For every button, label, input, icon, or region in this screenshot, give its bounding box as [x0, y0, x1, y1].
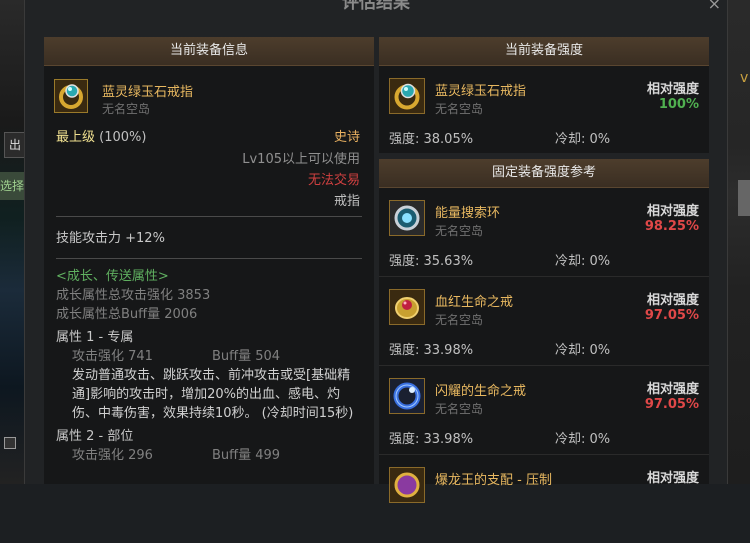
reference-item-card[interactable]: 爆龙王的支配 - 压制 相对强度	[379, 455, 709, 543]
growth-title: <成长、传送属性>	[56, 269, 169, 284]
shining-life-ring-icon	[389, 378, 425, 414]
reference-item-card[interactable]: 能量搜索环 无名空岛 相对强度 98.25% 强度: 35.63% 冷却: 0%	[379, 188, 709, 277]
attr1-buff: Buff量 504	[212, 349, 281, 364]
relative-strength-label: 相对强度	[646, 293, 699, 308]
current-item-card[interactable]: 蓝灵绿玉石戒指 无名空岛 相对强度 100% 强度: 38.05% 冷却: 0%	[379, 66, 709, 154]
jade-ring-icon	[54, 79, 88, 113]
panel-header-reference: 固定装备强度参考	[379, 159, 709, 188]
strength-value: 强度: 38.05%	[389, 132, 474, 147]
relative-strength-value: 100%	[658, 97, 699, 112]
relative-strength-value: 97.05%	[644, 397, 699, 412]
item-name: 蓝灵绿玉石戒指	[102, 85, 194, 100]
dragon-king-ring-icon	[389, 467, 425, 503]
reference-item-card[interactable]: 闪耀的生命之戒 无名空岛 相对强度 97.05% 强度: 33.98% 冷却: …	[379, 366, 709, 455]
jade-ring-icon	[389, 78, 425, 114]
close-icon[interactable]: ×	[708, 0, 721, 13]
item-source: 无名空岛	[435, 102, 484, 116]
relative-strength-value: 97.05%	[644, 308, 699, 323]
relative-strength-label: 相对强度	[646, 204, 699, 219]
relative-strength-label: 相对强度	[646, 382, 699, 397]
background-block	[738, 180, 750, 216]
growth-total-attack: 成长属性总攻击强化 3853	[56, 288, 211, 303]
item-rarity: 史诗	[333, 130, 360, 145]
item-source: 无名空岛	[435, 313, 484, 327]
item-summary: 蓝灵绿玉石戒指 无名空岛	[44, 66, 374, 120]
reference-strength-panel: 固定装备强度参考 能量搜索环 无名空岛 相对强度 98.25% 强度: 35.6…	[379, 159, 709, 503]
attr1-attack: 攻击强化 741	[72, 349, 153, 364]
item-name: 能量搜索环	[435, 206, 501, 221]
attr2-values: 攻击强化 296 Buff量 499	[56, 446, 362, 465]
growth-total-buff: 成长属性总Buff量 2006	[56, 307, 198, 322]
item-grade: 最上级 (100%)	[56, 126, 146, 145]
item-source: 无名空岛	[102, 102, 151, 116]
item-name: 闪耀的生命之戒	[435, 384, 527, 399]
item-name: 蓝灵绿玉石戒指	[435, 84, 527, 99]
level-requirement: Lv105以上可以使用	[242, 152, 360, 167]
cooldown-value: 冷却: 0%	[555, 254, 611, 269]
cooldown-value: 冷却: 0%	[555, 132, 611, 147]
growth-section: <成长、传送属性> 成长属性总攻击强化 3853 成长属性总Buff量 2006…	[44, 259, 374, 465]
current-strength-panel: 当前装备强度 蓝灵绿玉石戒指 无名空岛 相对强度 100% 强度: 38.05%…	[379, 37, 709, 153]
strength-value: 强度: 33.98%	[389, 432, 474, 447]
grade-section: 最上级 (100%) 史诗 Lv105以上可以使用 无法交易 戒指	[44, 120, 374, 216]
background-game-right: v	[726, 0, 750, 484]
item-source: 无名空岛	[435, 402, 484, 416]
relative-strength-label: 相对强度	[646, 82, 699, 97]
evaluation-dialog: 评估结果 × 当前装备信息 蓝灵绿玉石戒指 无名空岛 最上级 (100%) 史诗…	[24, 0, 728, 503]
dialog-title: 评估结果	[342, 0, 410, 13]
attr2-attack: 攻击强化 296	[72, 448, 153, 463]
cooldown-value: 冷却: 0%	[555, 343, 611, 358]
item-name: 爆龙王的支配 - 压制	[435, 473, 552, 488]
attr1-title: 属性 1 - 专属	[56, 330, 134, 345]
attr2-title: 属性 2 - 部位	[56, 429, 134, 444]
energy-search-ring-icon	[389, 200, 425, 236]
strength-value: 强度: 33.98%	[389, 343, 474, 358]
attr1-description: 发动普通攻击、跳跃攻击、前冲攻击或受[基础精通]影响的攻击时，增加20%的出血、…	[72, 368, 354, 421]
strength-value: 强度: 35.63%	[389, 254, 474, 269]
reference-item-card[interactable]: 血红生命之戒 无名空岛 相对强度 97.05% 强度: 33.98% 冷却: 0…	[379, 277, 709, 366]
panel-header-info: 当前装备信息	[44, 37, 374, 66]
background-glyph: v	[740, 70, 749, 86]
item-slot: 戒指	[333, 194, 360, 209]
item-source: 无名空岛	[435, 224, 484, 238]
attr1-values: 攻击强化 741 Buff量 504	[56, 347, 362, 366]
grade-percent: (100%)	[99, 130, 147, 145]
crimson-life-ring-icon	[389, 289, 425, 325]
background-tab-select: 选择	[0, 172, 24, 200]
skill-attack-stat: 技能攻击力 +12%	[56, 231, 165, 246]
relative-strength-value: 98.25%	[644, 219, 699, 234]
background-tab: 出	[4, 132, 26, 158]
attr2-buff: Buff量 499	[212, 448, 281, 463]
panel-header-strength: 当前装备强度	[379, 37, 709, 66]
current-equipment-info-panel: 当前装备信息 蓝灵绿玉石戒指 无名空岛 最上级 (100%) 史诗 Lv105以…	[44, 37, 374, 484]
cooldown-value: 冷却: 0%	[555, 432, 611, 447]
background-game-left: 出 选择	[0, 0, 26, 484]
item-name: 血红生命之戒	[435, 295, 514, 310]
trade-status: 无法交易	[307, 173, 360, 188]
relative-strength-label: 相对强度	[646, 471, 699, 486]
background-checkbox	[4, 437, 16, 449]
grade-label: 最上级	[56, 130, 96, 145]
